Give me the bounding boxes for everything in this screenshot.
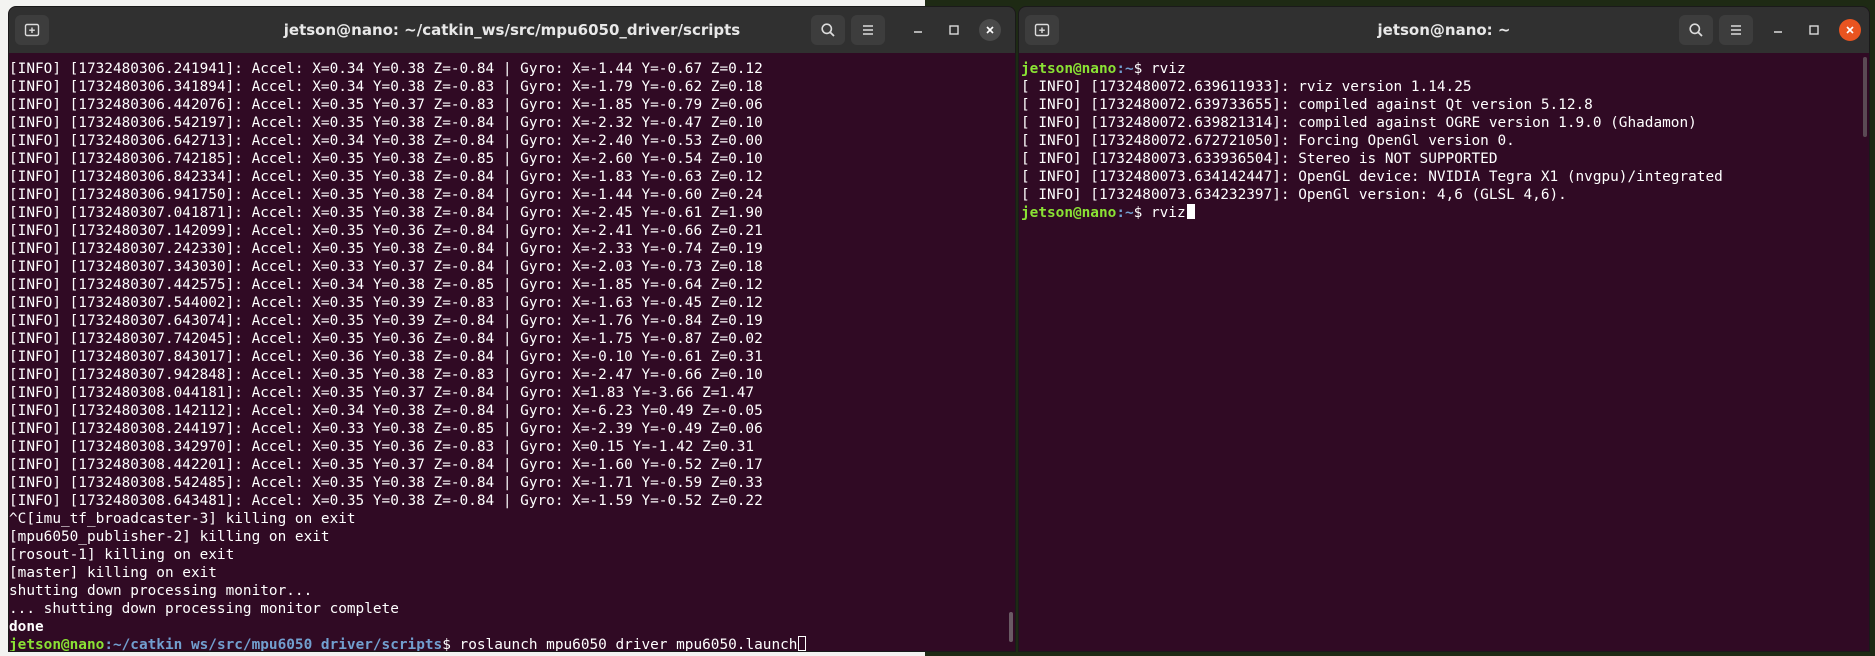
done-line: done — [9, 619, 44, 635]
prompt-path: :~ — [1116, 61, 1134, 77]
log-line: [INFO] [1732480306.542197]: Accel: X=0.3… — [9, 115, 763, 131]
log-line: [mpu6050_publisher-2] killing on exit — [9, 529, 330, 545]
command-text: rviz — [1150, 205, 1186, 221]
hamburger-menu-icon — [860, 22, 876, 38]
prompt-symbol: $ — [442, 637, 460, 651]
prompt-user: jetson@nano — [1021, 61, 1117, 77]
log-line: [INFO] [1732480307.643074]: Accel: X=0.3… — [9, 313, 763, 329]
close-icon — [1844, 24, 1856, 36]
log-line: [INFO] [1732480308.442201]: Accel: X=0.3… — [9, 457, 763, 473]
minimize-icon — [912, 24, 924, 36]
command-text: roslaunch mpu6050_driver mpu6050.launch — [459, 637, 798, 651]
prompt-path: :~/catkin_ws/src/mpu6050_driver/scripts — [104, 637, 443, 651]
log-line: shutting down processing monitor... — [9, 583, 313, 599]
terminal-window-left[interactable]: jetson@nano: ~/catkin_ws/src/mpu6050_dri… — [8, 6, 1016, 652]
prompt-user: jetson@nano — [1021, 205, 1117, 221]
log-line: [ INFO] [1732480072.672721050]: Forcing … — [1021, 133, 1515, 149]
window-title: jetson@nano: ~ — [1377, 21, 1511, 39]
minimize-button[interactable] — [907, 19, 929, 41]
new-tab-button[interactable] — [1025, 15, 1059, 45]
log-line: [INFO] [1732480306.842334]: Accel: X=0.3… — [9, 169, 763, 185]
window-title: jetson@nano: ~/catkin_ws/src/mpu6050_dri… — [283, 21, 741, 39]
log-line: [INFO] [1732480307.942848]: Accel: X=0.3… — [9, 367, 763, 383]
maximize-icon — [1808, 24, 1820, 36]
log-line: [INFO] [1732480306.442076]: Accel: X=0.3… — [9, 97, 763, 113]
menu-button[interactable] — [851, 15, 885, 45]
terminal-window-right[interactable]: jetson@nano: ~ jetson@nano:~$ rviz [INF… — [1018, 6, 1870, 652]
titlebar[interactable]: jetson@nano: ~/catkin_ws/src/mpu6050_dri… — [9, 7, 1015, 53]
minimize-icon — [1772, 24, 1784, 36]
new-tab-icon — [24, 22, 40, 38]
log-line: [INFO] [1732480308.643481]: Accel: X=0.3… — [9, 493, 763, 509]
log-line: [ INFO] [1732480072.639821314]: compiled… — [1021, 115, 1697, 131]
command-text: rviz — [1150, 61, 1186, 77]
scrollbar[interactable] — [1861, 57, 1867, 649]
log-line: [INFO] [1732480307.343030]: Accel: X=0.3… — [9, 259, 763, 275]
search-button[interactable] — [1679, 15, 1713, 45]
maximize-button[interactable] — [943, 19, 965, 41]
log-line: [INFO] [1732480308.142112]: Accel: X=0.3… — [9, 403, 763, 419]
log-line: [INFO] [1732480306.642713]: Accel: X=0.3… — [9, 133, 763, 149]
scrollbar-thumb[interactable] — [1009, 612, 1013, 642]
log-line: [ INFO] [1732480072.639611933]: rviz ver… — [1021, 79, 1472, 95]
close-button[interactable] — [1839, 19, 1861, 41]
log-line: [ INFO] [1732480073.633936504]: Stereo i… — [1021, 151, 1498, 167]
log-line: [ INFO] [1732480073.634142447]: OpenGL d… — [1021, 169, 1723, 185]
log-line: ^C[imu_tf_broadcaster-3] killing on exit — [9, 511, 356, 527]
log-line: [INFO] [1732480307.442575]: Accel: X=0.3… — [9, 277, 763, 293]
log-line: [INFO] [1732480308.244197]: Accel: X=0.3… — [9, 421, 763, 437]
text-cursor — [1186, 204, 1195, 219]
close-icon — [984, 24, 996, 36]
new-tab-button[interactable] — [15, 15, 49, 45]
prompt-line: jetson@nano:~/catkin_ws/src/mpu6050_driv… — [9, 636, 1001, 651]
titlebar[interactable]: jetson@nano: ~ — [1019, 7, 1869, 53]
log-line: [INFO] [1732480307.742045]: Accel: X=0.3… — [9, 331, 763, 347]
log-line: [INFO] [1732480306.341894]: Accel: X=0.3… — [9, 79, 763, 95]
log-line: [INFO] [1732480306.241941]: Accel: X=0.3… — [9, 61, 763, 77]
search-icon — [1688, 22, 1704, 38]
terminal-output[interactable]: [INFO] [1732480306.241941]: Accel: X=0.3… — [9, 53, 1001, 651]
log-line: [INFO] [1732480307.142099]: Accel: X=0.3… — [9, 223, 763, 239]
menu-button[interactable] — [1719, 15, 1753, 45]
prompt-symbol: $ — [1133, 205, 1151, 221]
log-line: [INFO] [1732480307.843017]: Accel: X=0.3… — [9, 349, 763, 365]
log-line: [INFO] [1732480306.941750]: Accel: X=0.3… — [9, 187, 763, 203]
prompt-line: jetson@nano:~$ rviz — [1019, 60, 1855, 78]
scrollbar[interactable] — [1007, 57, 1013, 649]
terminal-output[interactable]: jetson@nano:~$ rviz[ INFO] [1732480072.6… — [1019, 53, 1855, 651]
log-line: [INFO] [1732480307.242330]: Accel: X=0.3… — [9, 241, 763, 257]
log-line: [master] killing on exit — [9, 565, 217, 581]
search-icon — [820, 22, 836, 38]
hamburger-menu-icon — [1728, 22, 1744, 38]
scrollbar-thumb[interactable] — [1863, 57, 1867, 137]
log-line: [ INFO] [1732480072.639733655]: compiled… — [1021, 97, 1593, 113]
maximize-button[interactable] — [1803, 19, 1825, 41]
prompt-path: :~ — [1116, 205, 1134, 221]
prompt-symbol: $ — [1133, 61, 1151, 77]
search-button[interactable] — [811, 15, 845, 45]
log-line: [INFO] [1732480308.342970]: Accel: X=0.3… — [9, 439, 755, 455]
prompt-line: jetson@nano:~$ rviz — [1019, 204, 1855, 222]
close-button[interactable] — [979, 19, 1001, 41]
text-cursor — [798, 636, 807, 651]
new-tab-icon — [1034, 22, 1050, 38]
log-line: [INFO] [1732480308.044181]: Accel: X=0.3… — [9, 385, 755, 401]
maximize-icon — [948, 24, 960, 36]
log-line: ... shutting down processing monitor com… — [9, 601, 399, 617]
log-line: [INFO] [1732480307.041871]: Accel: X=0.3… — [9, 205, 763, 221]
log-line: [INFO] [1732480308.542485]: Accel: X=0.3… — [9, 475, 763, 491]
log-line: [ INFO] [1732480073.634232397]: OpenGl v… — [1021, 187, 1567, 203]
log-line: [INFO] [1732480307.544002]: Accel: X=0.3… — [9, 295, 763, 311]
minimize-button[interactable] — [1767, 19, 1789, 41]
prompt-user: jetson@nano — [9, 637, 105, 651]
log-line: [INFO] [1732480306.742185]: Accel: X=0.3… — [9, 151, 763, 167]
log-line: [rosout-1] killing on exit — [9, 547, 235, 563]
